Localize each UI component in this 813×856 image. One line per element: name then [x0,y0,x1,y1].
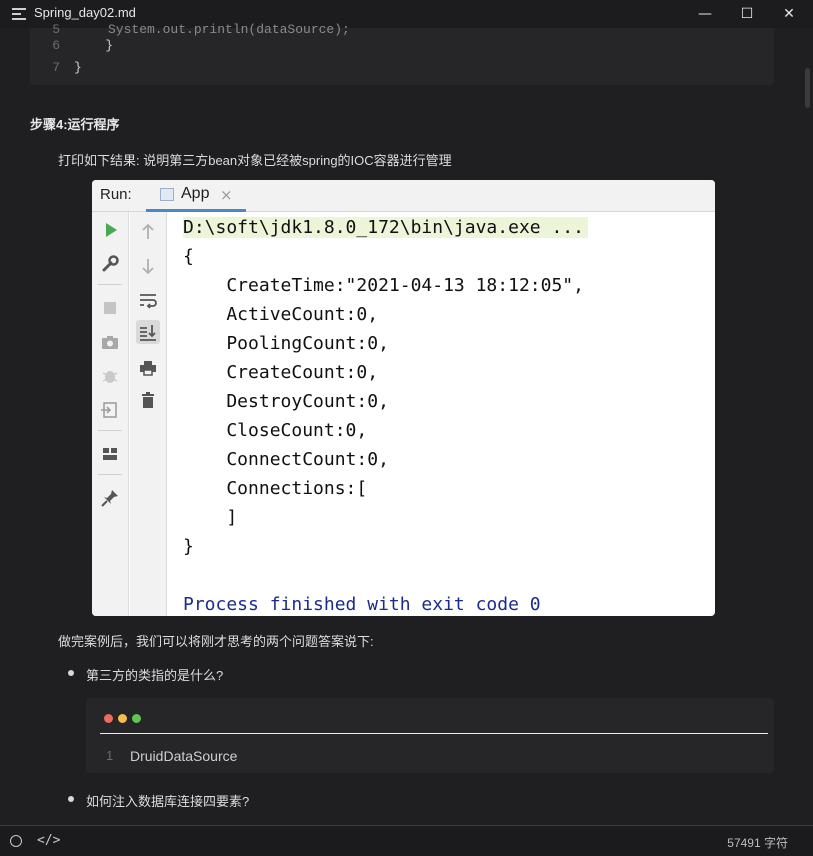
run-panel-image: Run: App × D:\soft\jdk1.8.0_172\bin\java… [92,180,715,616]
camera-icon[interactable] [98,330,122,354]
code-block-top: 5 System.out.println(dataSource); 6 } 7 … [30,22,774,85]
scroll-to-end-icon[interactable] [136,320,160,344]
run-panel-header: Run: App × [92,180,715,212]
wrench-icon[interactable] [98,252,122,276]
yellow-dot-icon [118,714,127,723]
sidebar-toggle-icon[interactable] [10,835,22,847]
summary-paragraph: 做完案例后，我们可以将刚才思考的两个问题答案说下: [58,634,374,649]
console-line: ConnectCount:0, [183,449,389,470]
pin-icon[interactable] [98,486,122,510]
trash-icon[interactable] [136,388,160,412]
tab-close-icon[interactable]: × [220,186,233,204]
line-number: 1 [106,748,114,763]
arrow-up-icon[interactable] [136,220,160,244]
list-item: 如何注入数据库连接四要素? [86,794,250,809]
run-toolbar-right [130,212,167,616]
window-title: Spring_day02.md [34,5,136,20]
console-exit-line: Process finished with exit code 0 [183,594,541,615]
debug-icon[interactable] [98,364,122,388]
tab-app[interactable]: App × [146,180,246,212]
console-line: Connections:[ [183,478,368,499]
line-number: 5 [52,22,60,37]
minimize-button[interactable]: — [693,4,717,24]
maximize-button[interactable]: ☐ [735,4,759,24]
code-line: DruidDataSource [130,748,238,764]
status-bar: </> 57491 字符 [0,825,813,856]
console-line: DestroyCount:0, [183,391,389,412]
run-label: Run: [100,186,132,203]
green-dot-icon [132,714,141,723]
layout-icon[interactable] [98,442,122,466]
console-line: { [183,246,194,267]
list-bullet [68,796,74,802]
stop-icon[interactable] [98,296,122,320]
code-line: } [74,60,82,75]
code-line: } [74,38,114,53]
word-count[interactable]: 57491 字符 [727,834,788,851]
run-icon[interactable] [98,218,122,242]
arrow-down-icon[interactable] [136,254,160,278]
tab-app-label: App [181,185,210,202]
list-item: 第三方的类指的是什么? [86,668,224,683]
intro-paragraph: 打印如下结果: 说明第三方bean对象已经被spring的IOC容器进行管理 [58,153,452,168]
console-line: CloseCount:0, [183,420,368,441]
console-line: } [183,536,194,557]
console-line: ] [183,507,238,528]
red-dot-icon [104,714,113,723]
run-toolbar-left [92,212,129,616]
console-line: CreateCount:0, [183,362,379,383]
menu-icon[interactable] [12,8,26,20]
soft-wrap-icon[interactable] [136,288,160,312]
scrollbar-thumb[interactable] [805,68,810,108]
divider [100,733,768,734]
close-button[interactable]: ✕ [777,4,801,24]
console-line: CreateTime:"2021-04-13 18:12:05", [183,275,584,296]
app-window-icon [160,188,174,201]
line-number: 6 [52,38,60,53]
exit-icon[interactable] [98,398,122,422]
console-line: ActiveCount:0, [183,304,379,325]
code-line-cut: System.out.println(dataSource); [108,22,350,37]
console-line-command: D:\soft\jdk1.8.0_172\bin\java.exe ... [183,217,588,238]
print-icon[interactable] [136,356,160,380]
source-mode-toggle[interactable]: </> [37,833,60,848]
line-number: 7 [52,60,60,75]
code-block: 1 DruidDataSource [86,698,774,773]
console-output: D:\soft\jdk1.8.0_172\bin\java.exe ... { … [175,212,715,616]
step-heading: 步骤4:运行程序 [30,117,120,132]
console-line: PoolingCount:0, [183,333,389,354]
list-bullet [68,670,74,676]
